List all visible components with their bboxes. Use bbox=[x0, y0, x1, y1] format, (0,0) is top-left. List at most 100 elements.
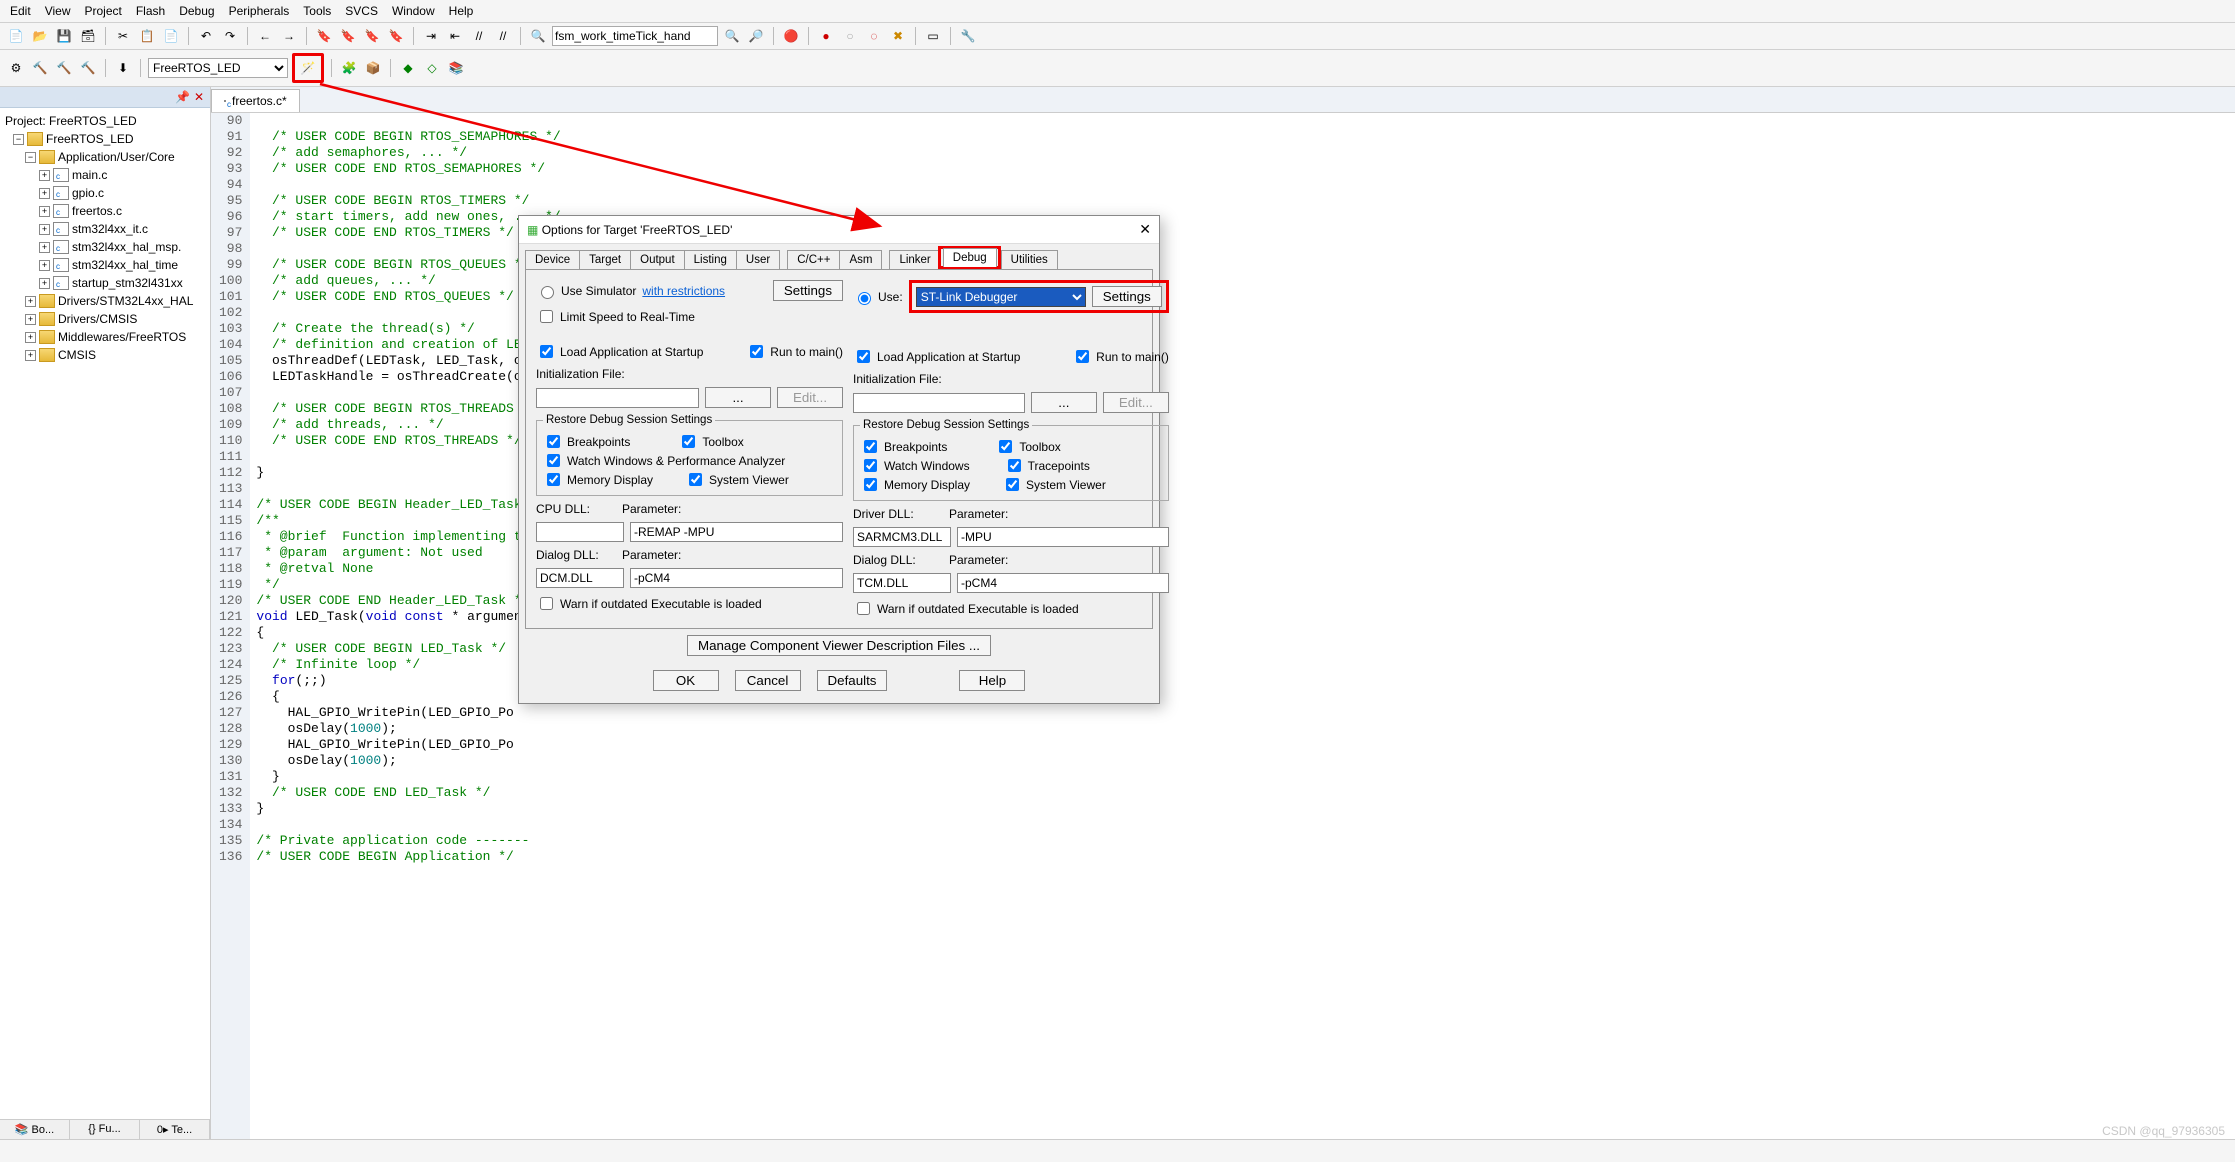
tree-file[interactable]: +main.c bbox=[2, 166, 208, 184]
indent-icon[interactable]: ⇥ bbox=[421, 26, 441, 46]
tree-file[interactable]: +stm32l4xx_it.c bbox=[2, 220, 208, 238]
books-icon[interactable]: 📚 bbox=[446, 58, 466, 78]
cpu-dll-input[interactable] bbox=[536, 522, 624, 542]
copy-icon[interactable]: 📋 bbox=[137, 26, 157, 46]
dbg-tp-check[interactable]: Tracepoints bbox=[1004, 456, 1090, 475]
sim-dlg-dll-input[interactable] bbox=[536, 568, 624, 588]
tree-folder[interactable]: +Middlewares/FreeRTOS bbox=[2, 328, 208, 346]
debug-start-icon[interactable]: 🔴 bbox=[781, 26, 801, 46]
tree-folder[interactable]: +Drivers/STM32L4xx_HAL bbox=[2, 292, 208, 310]
nav-back-icon[interactable]: ← bbox=[255, 26, 275, 46]
tree-folder[interactable]: +CMSIS bbox=[2, 346, 208, 364]
sim-settings-button[interactable]: Settings bbox=[773, 280, 843, 301]
cut-icon[interactable]: ✂ bbox=[113, 26, 133, 46]
dbg-bp-check[interactable]: Breakpoints bbox=[860, 437, 947, 456]
dbg-mem-check[interactable]: Memory Display bbox=[860, 475, 970, 494]
defaults-button[interactable]: Defaults bbox=[817, 670, 888, 691]
tab-target[interactable]: Target bbox=[579, 250, 631, 269]
menu-project[interactable]: Project bbox=[84, 4, 121, 18]
pack-installer2-icon[interactable]: ◇ bbox=[422, 58, 442, 78]
sim-init-browse-button[interactable]: ... bbox=[705, 387, 771, 408]
translate-icon[interactable]: ⚙ bbox=[6, 58, 26, 78]
dbg-dlg-param-input[interactable] bbox=[957, 573, 1169, 593]
menu-flash[interactable]: Flash bbox=[136, 4, 165, 18]
close-icon[interactable]: ✕ bbox=[1139, 221, 1151, 238]
menu-tools[interactable]: Tools bbox=[303, 4, 331, 18]
debugger-settings-button[interactable]: Settings bbox=[1092, 286, 1162, 307]
bookmark-prev-icon[interactable]: 🔖 bbox=[338, 26, 358, 46]
code-area[interactable]: 9091929394959697989910010110210310410510… bbox=[211, 113, 2235, 1139]
manage-rte-icon[interactable]: 🧩 bbox=[339, 58, 359, 78]
drv-param-input[interactable] bbox=[957, 527, 1169, 547]
sim-warn-check[interactable]: Warn if outdated Executable is loaded bbox=[536, 594, 843, 613]
project-tree[interactable]: Project: FreeRTOS_LED −FreeRTOS_LED −App… bbox=[0, 108, 210, 1119]
download-icon[interactable]: ⬇ bbox=[113, 58, 133, 78]
bookmark-icon[interactable]: 🔖 bbox=[314, 26, 334, 46]
bookmark-clear-icon[interactable]: 🔖 bbox=[386, 26, 406, 46]
dbg-run-main-check[interactable]: Run to main() bbox=[1072, 347, 1169, 366]
dbg-init-edit-button[interactable]: Edit... bbox=[1103, 392, 1169, 413]
cancel-button[interactable]: Cancel bbox=[735, 670, 801, 691]
tab-functions[interactable]: {} Fu... bbox=[70, 1120, 140, 1139]
breakpoint-insert-icon[interactable]: ● bbox=[816, 26, 836, 46]
open-icon[interactable]: 📂 bbox=[30, 26, 50, 46]
dbg-sv-check[interactable]: System Viewer bbox=[1002, 475, 1106, 494]
save-all-icon[interactable]: 🗃 bbox=[78, 26, 98, 46]
new-file-icon[interactable]: 📄 bbox=[6, 26, 26, 46]
dbg-init-browse-button[interactable]: ... bbox=[1031, 392, 1097, 413]
manage-component-button[interactable]: Manage Component Viewer Description File… bbox=[687, 635, 991, 656]
dbg-warn-check[interactable]: Warn if outdated Executable is loaded bbox=[853, 599, 1169, 618]
breakpoint-kill-icon[interactable]: ✖ bbox=[888, 26, 908, 46]
tab-books[interactable]: 📚 Bo... bbox=[0, 1120, 70, 1139]
window-layout-icon[interactable]: ▭ bbox=[923, 26, 943, 46]
sim-run-main-check[interactable]: Run to main() bbox=[746, 342, 843, 361]
sim-mem-check[interactable]: Memory Display bbox=[543, 470, 653, 489]
batch-build-icon[interactable]: 🔨 bbox=[78, 58, 98, 78]
find-scope-icon[interactable]: 🔍 bbox=[528, 26, 548, 46]
outdent-icon[interactable]: ⇤ bbox=[445, 26, 465, 46]
tree-file[interactable]: +gpio.c bbox=[2, 184, 208, 202]
tree-folder[interactable]: +Drivers/CMSIS bbox=[2, 310, 208, 328]
sim-dlg-param-input[interactable] bbox=[630, 568, 843, 588]
menu-edit[interactable]: Edit bbox=[10, 4, 31, 18]
tab-device[interactable]: Device bbox=[525, 250, 580, 269]
pin-icon[interactable]: 📌 bbox=[175, 90, 190, 104]
symbol-find-input[interactable] bbox=[552, 26, 718, 46]
find-icon[interactable]: 🔍 bbox=[722, 26, 742, 46]
tab-linker[interactable]: Linker bbox=[889, 250, 940, 269]
bookmark-next-icon[interactable]: 🔖 bbox=[362, 26, 382, 46]
debugger-select[interactable]: ST-Link Debugger bbox=[916, 287, 1086, 307]
dbg-init-input[interactable] bbox=[853, 393, 1025, 413]
dbg-ww-check[interactable]: Watch Windows bbox=[860, 456, 970, 475]
use-debugger-radio[interactable]: Use: bbox=[853, 289, 903, 305]
uncomment-icon[interactable]: // bbox=[493, 26, 513, 46]
nav-fwd-icon[interactable]: → bbox=[279, 26, 299, 46]
dbg-dlg-dll-input[interactable] bbox=[853, 573, 951, 593]
sim-ww-check[interactable]: Watch Windows & Performance Analyzer bbox=[543, 451, 785, 470]
sim-init-edit-button[interactable]: Edit... bbox=[777, 387, 843, 408]
tab-cpp[interactable]: C/C++ bbox=[787, 250, 840, 269]
sim-tb-check[interactable]: Toolbox bbox=[678, 432, 743, 451]
tab-debug[interactable]: Debug bbox=[943, 248, 997, 267]
comment-icon[interactable]: // bbox=[469, 26, 489, 46]
use-simulator-radio[interactable]: Use Simulator bbox=[536, 283, 636, 299]
tab-templates[interactable]: 0▸ Te... bbox=[140, 1120, 210, 1139]
sim-load-app-check[interactable]: Load Application at Startup bbox=[536, 342, 703, 361]
drv-dll-input[interactable] bbox=[853, 527, 951, 547]
paste-icon[interactable]: 📄 bbox=[161, 26, 181, 46]
cpu-param-input[interactable] bbox=[630, 522, 843, 542]
tab-listing[interactable]: Listing bbox=[684, 250, 737, 269]
tab-output[interactable]: Output bbox=[630, 250, 685, 269]
menu-peripherals[interactable]: Peripherals bbox=[229, 4, 290, 18]
help-button[interactable]: Help bbox=[959, 670, 1025, 691]
incremental-find-icon[interactable]: 🔎 bbox=[746, 26, 766, 46]
tab-utilities[interactable]: Utilities bbox=[1001, 250, 1058, 269]
rebuild-icon[interactable]: 🔨 bbox=[54, 58, 74, 78]
undo-icon[interactable]: ↶ bbox=[196, 26, 216, 46]
target-select[interactable]: FreeRTOS_LED bbox=[148, 58, 288, 78]
menu-window[interactable]: Window bbox=[392, 4, 435, 18]
dbg-tb-check[interactable]: Toolbox bbox=[995, 437, 1060, 456]
sim-init-input[interactable] bbox=[536, 388, 699, 408]
file-tab[interactable]: freertos.c* bbox=[211, 89, 300, 112]
redo-icon[interactable]: ↷ bbox=[220, 26, 240, 46]
